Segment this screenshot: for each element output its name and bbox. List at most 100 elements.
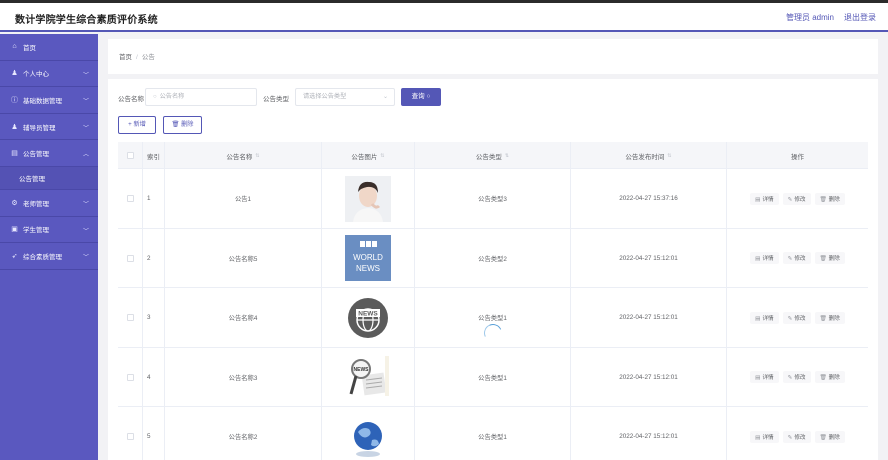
edit-icon: ✎ xyxy=(787,315,793,322)
sidebar-item-7[interactable]: ➶ 综合素质管理 ﹀ xyxy=(0,243,98,270)
delete-button[interactable]: 🗑 删除 xyxy=(814,192,845,205)
detail-label: 详情 xyxy=(762,375,774,382)
detail-label: 详情 xyxy=(762,434,774,441)
sidebar-item-label: 辅导员管理 xyxy=(23,124,56,132)
svg-text:WORLD: WORLD xyxy=(353,253,383,262)
row-name: 公告1 xyxy=(165,169,322,229)
row-checkbox[interactable] xyxy=(126,314,134,322)
batch-delete-button[interactable]: 🗑 删除 xyxy=(163,116,202,134)
edit-button[interactable]: ✎ 修改 xyxy=(782,430,811,443)
sidebar-item-0[interactable]: ⌂ 首页 xyxy=(0,34,98,61)
detail-button[interactable]: ▤ 详情 xyxy=(750,371,779,384)
edit-button[interactable]: ✎ 修改 xyxy=(782,192,811,205)
delete-button[interactable]: 🗑 删除 xyxy=(814,252,845,265)
row-index: 5 xyxy=(143,407,165,460)
sidebar-item-label: 首页 xyxy=(23,44,36,52)
name-search-input[interactable]: ○ 公告名称 xyxy=(145,88,257,106)
breadcrumb-home[interactable]: 首页 xyxy=(119,54,132,61)
sidebar-item-2[interactable]: ⓘ 基础数据管理 ﹀ xyxy=(0,87,98,114)
sidebar-item-4[interactable]: ▤ 公告管理 ︿ xyxy=(0,140,98,167)
row-image-cell: NEWS xyxy=(322,347,415,407)
document-icon: ▤ xyxy=(755,196,761,203)
row-checkbox[interactable] xyxy=(126,254,134,262)
sidebar-subitem-notice[interactable]: 公告管理 xyxy=(0,166,98,190)
notice-image[interactable]: NEWS xyxy=(345,354,391,401)
detail-button[interactable]: ▤ 详情 xyxy=(750,311,779,324)
notice-table: 索引 公告名称 ⇅ 公告图片 ⇅ 公告类型 ⇅ 公告发布时间 ⇅ 操作 1 公告1 公告类型… xyxy=(118,142,868,460)
query-button[interactable]: 查询 ○ xyxy=(401,88,441,106)
row-image-cell: NEWS xyxy=(322,288,415,348)
name-label: 公告名称 xyxy=(118,96,144,103)
type-select[interactable]: 请选择公告类型 ⌄ xyxy=(295,88,395,106)
table-header: 索引 公告名称 ⇅ 公告图片 ⇅ 公告类型 ⇅ 公告发布时间 ⇅ 操作 xyxy=(118,142,868,169)
edit-button[interactable]: ✎ 修改 xyxy=(782,311,811,324)
notice-image[interactable]: WORLD NEWS xyxy=(345,235,391,282)
detail-button[interactable]: ▤ 详情 xyxy=(750,252,779,265)
row-select-cell xyxy=(118,288,143,348)
admin-label: 管理员 admin xyxy=(785,13,834,22)
detail-button[interactable]: ▤ 详情 xyxy=(750,192,779,205)
chevron-down-icon: ﹀ xyxy=(82,228,89,235)
sidebar-item-3[interactable]: ♟ 辅导员管理 ﹀ xyxy=(0,114,98,141)
name-placeholder: 公告名称 xyxy=(159,93,185,100)
header-image[interactable]: 公告图片 ⇅ xyxy=(322,142,415,169)
delete-button[interactable]: 🗑 删除 xyxy=(814,430,845,443)
sidebar-item-6[interactable]: ▣ 学生管理 ﹀ xyxy=(0,217,98,244)
delete-button[interactable]: 🗑 删除 xyxy=(814,371,845,384)
row-select-cell xyxy=(118,169,143,229)
edit-button[interactable]: ✎ 修改 xyxy=(782,371,811,384)
type-label: 公告类型 xyxy=(263,96,289,103)
row-select-cell xyxy=(118,407,143,460)
detail-button[interactable]: ▤ 详情 xyxy=(750,430,779,443)
row-name: 公告名称5 xyxy=(165,228,322,288)
add-button[interactable]: + 新增 xyxy=(118,116,156,134)
header-name-label: 公告名称 xyxy=(226,153,253,161)
document-icon: ▤ xyxy=(755,315,761,322)
header-index: 索引 xyxy=(143,142,165,169)
row-index: 4 xyxy=(143,347,165,407)
search-bar: 公告名称 ○ 公告名称 公告类型 请选择公告类型 ⌄ 查询 ○ xyxy=(118,88,868,106)
notice-image[interactable]: NEWS xyxy=(345,295,391,341)
row-name: 公告名称4 xyxy=(165,288,322,348)
svg-text:NEWS: NEWS xyxy=(358,310,378,317)
sort-icon: ⇅ xyxy=(255,152,260,159)
sidebar-item-5[interactable]: ⚙ 老师管理 ﹀ xyxy=(0,190,98,217)
header-time-label: 公告发布时间 xyxy=(625,153,665,161)
header-type[interactable]: 公告类型 ⇅ xyxy=(415,142,571,169)
trash-icon: 🗑 xyxy=(819,196,827,203)
chevron-down-icon: ⌄ xyxy=(382,94,388,100)
row-time: 2022-04-27 15:12:01 xyxy=(571,407,727,460)
row-ops: ▤ 详情 ✎ 修改 🗑 删除 xyxy=(727,348,868,408)
notice-image[interactable] xyxy=(345,175,391,222)
delete-button[interactable]: 🗑 删除 xyxy=(814,311,845,324)
delete-label: 删除 xyxy=(828,315,840,322)
table-body: 1 公告1 公告类型3 2022-04-27 15:37:16 ▤ 详情 ✎ 修改 🗑 删除 2 公告… xyxy=(118,169,868,460)
user-icon: ♟ xyxy=(11,123,18,131)
row-checkbox[interactable] xyxy=(126,373,134,381)
select-all-cell xyxy=(118,142,143,169)
edit-button[interactable]: ✎ 修改 xyxy=(782,252,811,265)
sidebar-item-label: 基础数据管理 xyxy=(23,97,62,105)
info-icon: ⓘ xyxy=(11,96,18,104)
sidebar-item-label: 学生管理 xyxy=(23,227,49,235)
chevron-down-icon: ﹀ xyxy=(82,255,89,262)
delete-label: 删除 xyxy=(828,256,840,263)
header-time[interactable]: 公告发布时间 ⇅ xyxy=(571,142,727,169)
table-row: 5 公告名称2 公告类型1 2022-04-27 15:12:01 ▤ 详情 ✎ 修改 🗑 删除 xyxy=(118,407,868,460)
notice-image[interactable] xyxy=(345,413,391,460)
trash-icon: 🗑 xyxy=(819,315,827,322)
user-icon: ♟ xyxy=(11,70,18,78)
row-index: 2 xyxy=(143,228,165,288)
logout-link[interactable]: 退出登录 xyxy=(844,12,876,23)
document-icon: ▤ xyxy=(755,375,761,382)
row-select-cell xyxy=(118,347,143,407)
chevron-down-icon: ﹀ xyxy=(82,99,89,106)
header-name[interactable]: 公告名称 ⇅ xyxy=(165,142,322,169)
select-all-checkbox[interactable] xyxy=(126,152,134,159)
row-checkbox[interactable] xyxy=(126,433,134,441)
svg-text:NEWS: NEWS xyxy=(356,264,380,273)
row-checkbox[interactable] xyxy=(126,195,134,203)
breadcrumb: 首页 / 公告 xyxy=(119,51,155,61)
edit-icon: ✎ xyxy=(787,256,793,263)
sidebar-item-1[interactable]: ♟ 个人中心 ﹀ xyxy=(0,61,98,88)
